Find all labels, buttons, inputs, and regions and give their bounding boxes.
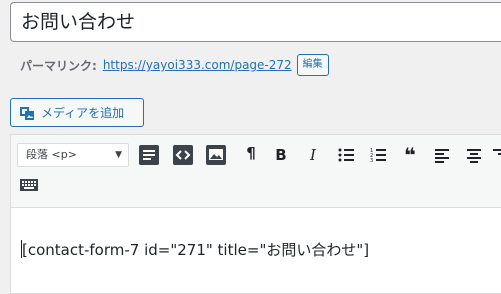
format-select-value: 段落 <p>: [26, 148, 77, 161]
toolbar-toggle-button[interactable]: [17, 173, 41, 197]
read-more-button[interactable]: [137, 143, 161, 167]
numbered-list-icon: 123: [370, 147, 386, 163]
align-center-icon: [466, 147, 482, 163]
add-media-button[interactable]: メディアを追加: [10, 98, 144, 127]
align-left-icon: [434, 147, 450, 163]
italic-icon: I: [310, 146, 316, 164]
shortcode-text: [contact-form-7 id="271" title="お問い合わせ"]: [22, 241, 370, 259]
permalink-link[interactable]: https://yayoi333.com/page-272: [103, 58, 292, 72]
svg-text:3: 3: [370, 158, 373, 163]
read-more-icon: [139, 145, 159, 165]
bold-button[interactable]: B: [269, 143, 293, 167]
image-button[interactable]: [204, 143, 228, 167]
editor-content[interactable]: [contact-form-7 id="271" title="お問い合わせ"]: [21, 239, 369, 260]
bold-icon: B: [275, 146, 287, 164]
permalink-label: パーマリンク:: [20, 58, 97, 73]
bulleted-list-icon: [338, 147, 354, 163]
bulleted-list-button[interactable]: [334, 143, 358, 167]
chevron-down-icon: ▼: [115, 150, 122, 160]
media-add-icon: [19, 105, 35, 121]
align-left-button[interactable]: [430, 143, 454, 167]
italic-button[interactable]: I: [301, 143, 325, 167]
classic-editor: 段落 <p> ▼ ¶ B I 1 2 3 ❝ [contact-form-7 i…: [10, 134, 501, 294]
numbered-list-button[interactable]: 123: [366, 143, 390, 167]
permalink-row: パーマリンク: https://yayoi333.com/page-272 編集: [20, 54, 329, 76]
editor-toolbar: 段落 <p> ▼ ¶ B I 1 2 3 ❝: [11, 135, 501, 208]
edit-permalink-button[interactable]: 編集: [296, 54, 329, 76]
align-right-icon: [492, 147, 501, 163]
post-title-input[interactable]: お問い合わせ: [10, 2, 501, 42]
add-media-label: メディアを追加: [41, 106, 125, 120]
image-icon: [206, 145, 226, 165]
keyboard-icon: [19, 177, 39, 193]
paragraph-icon: ¶: [246, 144, 256, 162]
code-button[interactable]: [171, 143, 195, 167]
paragraph-button[interactable]: ¶: [239, 141, 263, 165]
align-center-button[interactable]: [462, 143, 486, 167]
code-icon: [173, 145, 193, 165]
align-right-button[interactable]: [492, 143, 501, 167]
blockquote-icon: ❝: [404, 143, 416, 167]
blockquote-button[interactable]: ❝: [398, 143, 422, 167]
format-select[interactable]: 段落 <p> ▼: [17, 143, 129, 167]
